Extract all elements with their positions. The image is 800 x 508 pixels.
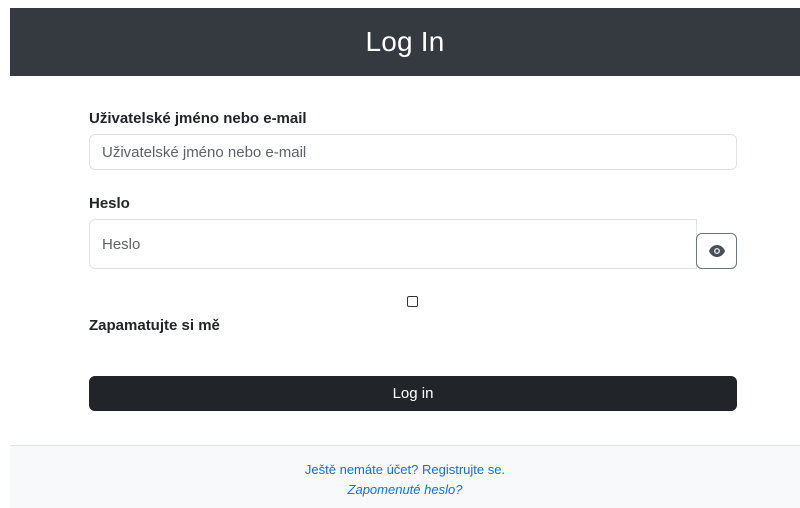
forgot-password-link[interactable]: Zapomenuté heslo?	[10, 482, 800, 497]
toggle-password-button[interactable]	[696, 233, 737, 269]
eye-icon	[708, 245, 725, 257]
remember-me-checkbox[interactable]	[407, 296, 418, 307]
footer: Ještě nemáte účet? Registrujte se. Zapom…	[10, 446, 800, 508]
username-input[interactable]	[89, 134, 737, 170]
remember-me-label: Zapamatujte si mě	[89, 317, 220, 334]
register-link[interactable]: Ještě nemáte účet? Registrujte se.	[10, 462, 800, 477]
page-title: Log In	[365, 26, 445, 57]
header-bar: Log In	[10, 8, 800, 76]
username-label: Uživatelské jméno nebo e-mail	[89, 110, 307, 127]
login-page: Log In Uživatelské jméno nebo e-mail Hes…	[0, 0, 800, 508]
password-input[interactable]	[89, 219, 697, 269]
login-button[interactable]: Log in	[89, 376, 737, 411]
password-label: Heslo	[89, 195, 130, 212]
